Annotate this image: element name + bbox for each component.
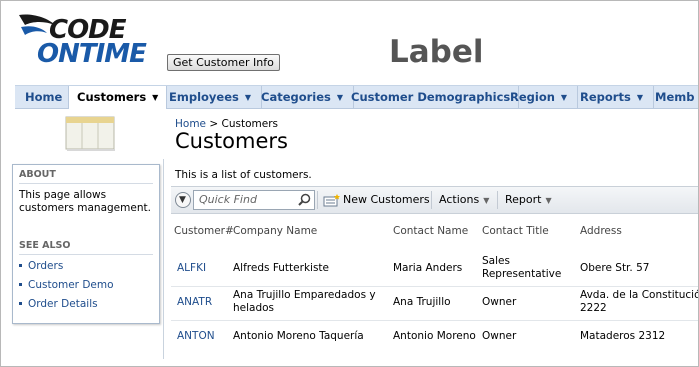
about-text: This page allows customers management. <box>19 189 151 214</box>
menu-members[interactable]: Memb <box>647 86 698 108</box>
grid-toolbar: ▼ Quick Find New Customers Actions ▼ Repo… <box>171 186 698 214</box>
view-selector-button[interactable]: ▼ <box>175 192 191 208</box>
code-on-time-logo: CODE ONTIME <box>15 9 149 69</box>
chevron-down-icon: ▼ <box>636 93 643 102</box>
column-header-contact-title[interactable]: Contact Title <box>482 225 549 237</box>
header-label: Label <box>389 34 484 70</box>
company-name-cell-line2: helados <box>233 302 275 314</box>
table-row[interactable]: ALFKI Alfreds Futterkiste Maria Anders S… <box>171 252 698 287</box>
chevron-down-icon: ▼ <box>545 196 552 205</box>
chevron-down-icon: ▼ <box>179 195 186 205</box>
table-row[interactable]: ANTON Antonio Moreno Taquería Antonio Mo… <box>171 320 698 354</box>
chevron-down-icon: ▼ <box>152 93 159 102</box>
toolbar-divider <box>317 191 318 209</box>
address-cell-line2: 2222 <box>580 302 607 314</box>
new-customers-label: New Customers <box>343 193 430 206</box>
column-header-contact-name[interactable]: Contact Name <box>393 225 468 237</box>
sidebar-link-label: Orders <box>28 260 64 272</box>
address-cell: Mataderos 2312 <box>580 330 666 342</box>
sidebar-panel: ABOUT This page allows customers managem… <box>12 164 160 324</box>
column-header-address[interactable]: Address <box>580 225 622 237</box>
sidebar-link-orders[interactable]: Orders <box>19 260 63 272</box>
get-customer-info-button[interactable]: Get Customer Info <box>167 54 280 71</box>
customer-id-link[interactable]: ANATR <box>177 296 212 309</box>
address-cell: Avda. de la Constitución <box>580 289 699 301</box>
page-title: Customers <box>175 129 288 153</box>
column-header-customer-id[interactable]: Customer# <box>174 225 234 237</box>
menu-home[interactable]: Home <box>15 86 74 108</box>
menu-region[interactable]: Region ▼ <box>500 86 579 108</box>
logo-text-ontime: ONTIME <box>37 39 147 69</box>
company-name-cell: Alfreds Futterkiste <box>233 262 329 274</box>
actions-menu-button[interactable]: Actions ▼ <box>439 187 489 213</box>
contact-name-cell: Maria Anders <box>393 262 463 274</box>
new-customers-button[interactable]: New Customers <box>323 187 430 213</box>
chevron-down-icon: ▼ <box>560 93 568 102</box>
sidebar-link-label: Order Details <box>28 298 98 310</box>
page-description: This is a list of customers. <box>175 169 312 181</box>
bullet-icon <box>19 283 22 286</box>
search-icon[interactable] <box>298 193 311 206</box>
contact-title-cell: Owner <box>482 330 517 342</box>
new-record-icon <box>323 194 340 207</box>
address-cell: Obere Str. 57 <box>580 262 650 274</box>
column-header-company-name[interactable]: Company Name <box>233 225 317 237</box>
menu-categories-label: Categories <box>261 90 331 104</box>
customer-id-link[interactable]: ALFKI <box>177 262 206 275</box>
content-divider <box>163 159 164 359</box>
sidebar-link-order-details[interactable]: Order Details <box>19 298 98 310</box>
menu-reports[interactable]: Reports ▼ <box>570 86 654 108</box>
menu-employees[interactable]: Employees ▼ <box>159 86 263 108</box>
menu-customers[interactable]: Customers ▼ <box>68 86 168 109</box>
contact-title-cell: Sales <box>482 255 510 267</box>
customer-id-link[interactable]: ANTON <box>177 330 215 343</box>
toolbar-divider <box>431 191 432 209</box>
menu-reports-label: Reports <box>580 90 631 104</box>
company-name-cell: Antonio Moreno Taquería <box>233 330 364 342</box>
toolbar-divider <box>497 191 498 209</box>
menu-customer-demographics[interactable]: Customer Demographics <box>343 86 520 108</box>
divider <box>19 254 153 255</box>
app-window: CODE ONTIME Get Customer Info Label Home… <box>0 0 699 367</box>
sidebar-link-customer-demo[interactable]: Customer Demo <box>19 279 114 291</box>
company-name-cell: Ana Trujillo Emparedados y <box>233 289 376 301</box>
menu-members-label: Memb <box>655 90 695 104</box>
table-header: Customer# Company Name Contact Name Cont… <box>171 213 698 249</box>
quick-find-input[interactable]: Quick Find <box>193 190 315 210</box>
chevron-down-icon: ▼ <box>483 196 490 205</box>
contact-title-cell-line2: Representative <box>482 268 562 280</box>
see-also-heading: SEE ALSO <box>19 240 71 251</box>
bullet-icon <box>19 302 22 305</box>
sidebar-link-label: Customer Demo <box>28 279 114 291</box>
menu-region-label: Region <box>510 90 555 104</box>
menu-customers-label: Customers <box>77 90 147 104</box>
contact-title-cell: Owner <box>482 296 517 308</box>
bullet-icon <box>19 264 22 267</box>
report-menu-button[interactable]: Report ▼ <box>505 187 552 213</box>
page-graphic <box>65 116 115 151</box>
divider <box>19 183 153 184</box>
menu-home-label: Home <box>25 90 63 104</box>
actions-label: Actions <box>439 193 480 206</box>
about-heading: ABOUT <box>19 169 56 180</box>
menu-categories[interactable]: Categories ▼ <box>251 86 355 108</box>
main-menu-bar: Home Customers ▼ Employees ▼ Categories ▼ C… <box>15 85 698 109</box>
table-row[interactable]: ANATR Ana Trujillo Emparedados y helados… <box>171 286 698 321</box>
menu-customer-demographics-label: Customer Demographics <box>351 90 511 104</box>
contact-name-cell: Antonio Moreno <box>393 330 476 342</box>
report-label: Report <box>505 193 542 206</box>
quick-find-placeholder: Quick Find <box>199 193 257 206</box>
menu-employees-label: Employees <box>169 90 239 104</box>
contact-name-cell: Ana Trujillo <box>393 296 451 308</box>
